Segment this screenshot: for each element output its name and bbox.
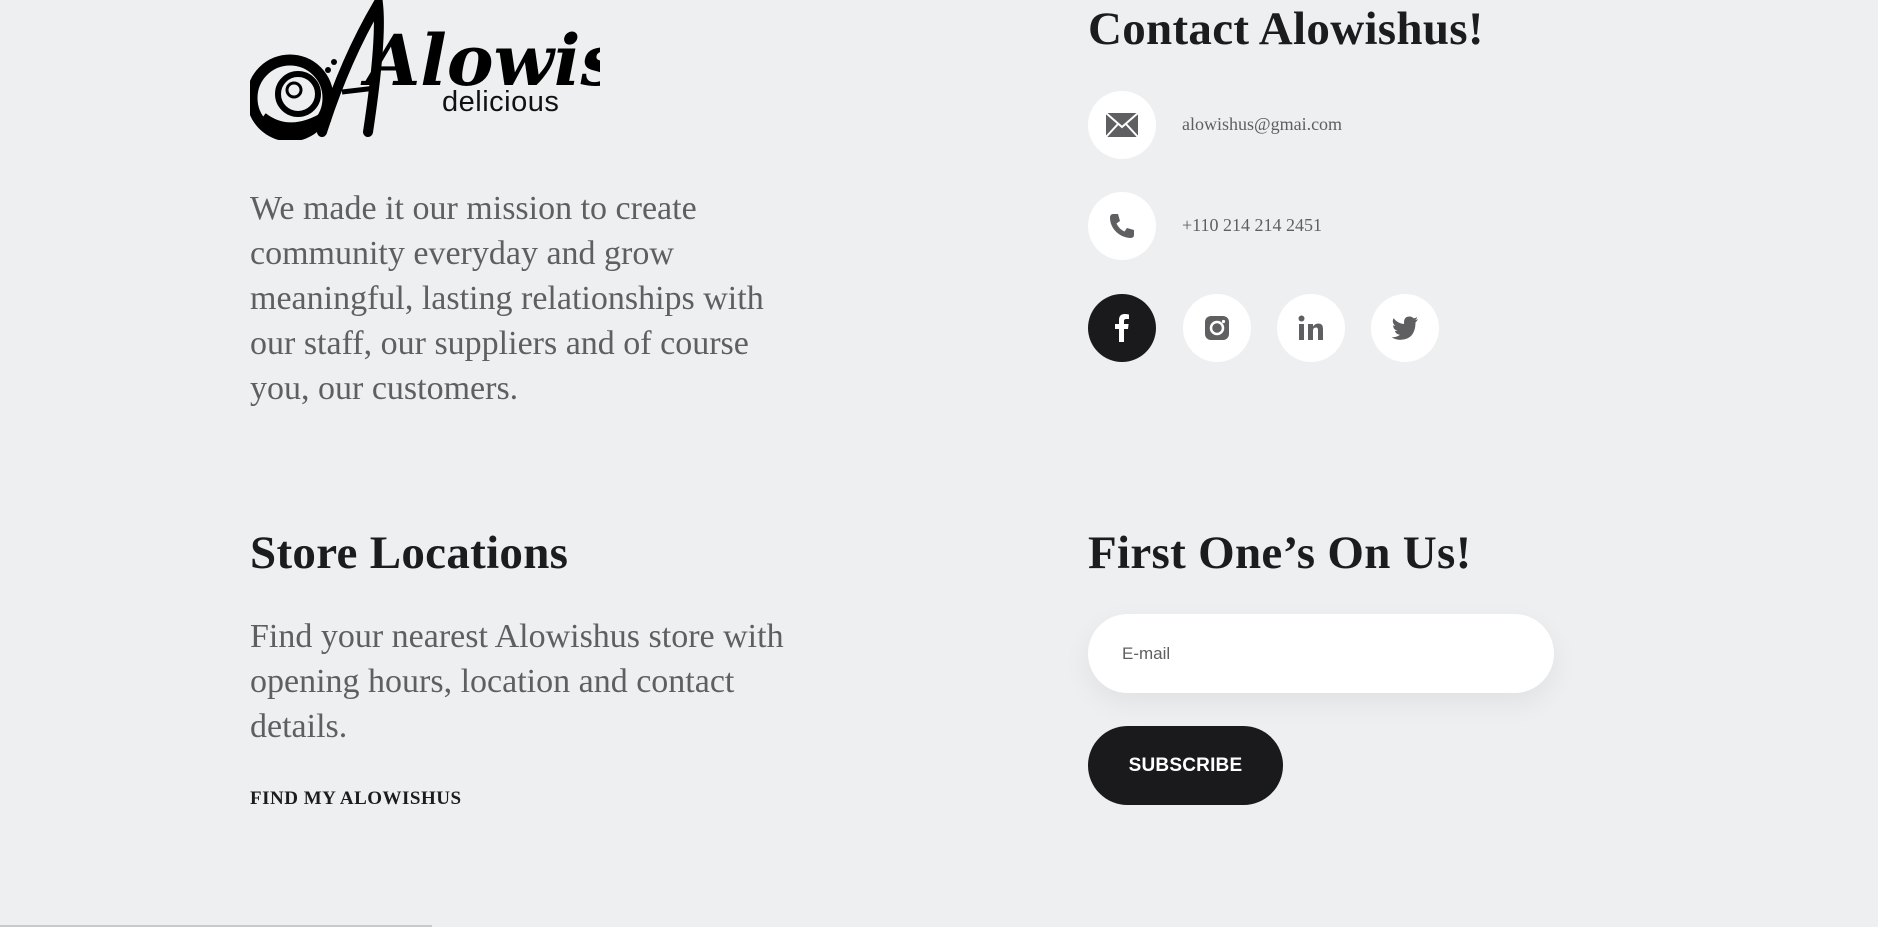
phone-icon xyxy=(1110,214,1134,238)
contact-phone-link[interactable]: +110 214 214 2451 xyxy=(1182,215,1322,236)
envelope-icon xyxy=(1105,112,1139,138)
twitter-icon xyxy=(1391,316,1418,340)
email-icon-circle[interactable] xyxy=(1088,91,1156,159)
contact-heading: Contact Alowishus! xyxy=(1088,3,1484,55)
phone-icon-circle[interactable] xyxy=(1088,192,1156,260)
brand-logo[interactable]: Alowishus delicious xyxy=(250,0,600,140)
find-store-link[interactable]: FIND MY ALOWISHUS xyxy=(250,788,462,810)
newsletter-heading: First One’s On Us! xyxy=(1088,527,1472,579)
footer-section: Alowishus delicious We made it our missi… xyxy=(0,0,1878,927)
social-twitter-button[interactable] xyxy=(1371,294,1439,362)
linkedin-icon xyxy=(1298,315,1323,340)
social-linkedin-button[interactable] xyxy=(1277,294,1345,362)
store-locations-text: Find your nearest Alowishus store with o… xyxy=(250,618,784,745)
newsletter-email-input[interactable] xyxy=(1088,614,1554,693)
facebook-icon xyxy=(1115,314,1129,342)
social-instagram-button[interactable] xyxy=(1183,294,1251,362)
logo-graphic: Alowishus xyxy=(250,0,600,140)
instagram-icon xyxy=(1205,316,1229,340)
social-facebook-button[interactable] xyxy=(1088,294,1156,362)
logo-tagline: delicious xyxy=(442,86,560,118)
subscribe-button[interactable]: SUBSCRIBE xyxy=(1088,726,1283,805)
store-locations-heading: Store Locations xyxy=(250,527,569,579)
mission-text: We made it our mission to create communi… xyxy=(250,190,764,407)
contact-email-link[interactable]: alowishus@gmai.com xyxy=(1182,114,1342,135)
